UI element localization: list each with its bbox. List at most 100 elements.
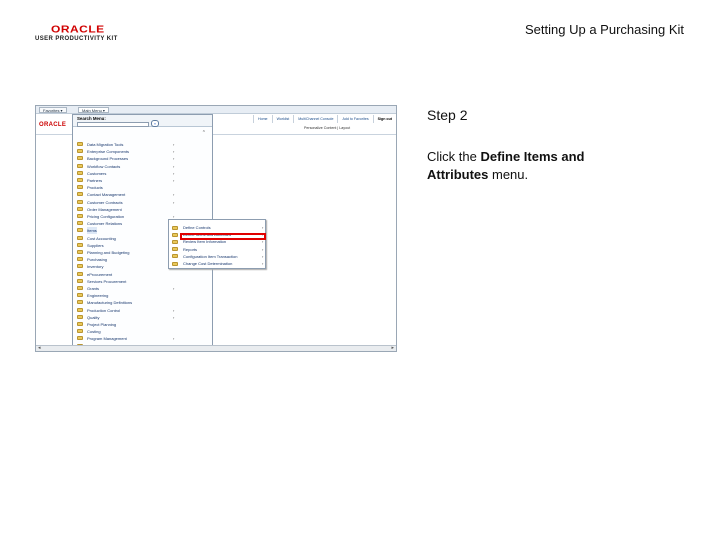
slide-title: Setting Up a Purchasing Kit: [525, 22, 684, 37]
folder-icon: [77, 185, 83, 190]
tab-favorites[interactable]: Favorites ▾: [39, 107, 67, 113]
menu-item-label: Configuration Item Transaction: [183, 253, 238, 259]
folder-icon: [77, 214, 83, 218]
menu-item[interactable]: Customer Contracts ›: [77, 199, 175, 206]
menu-item[interactable]: Workflow Contacts ›: [77, 163, 174, 170]
search-menu-input[interactable]: [77, 122, 149, 127]
chevron-right-icon: ›: [173, 142, 175, 147]
menu-item-label: Customer Contracts: [87, 199, 123, 205]
folder-icon: [172, 225, 178, 230]
folder-icon: [172, 254, 178, 259]
menu-item[interactable]: Products: [77, 184, 173, 191]
header-nav-links: Home Worklist MultiChannel Console Add t…: [252, 115, 396, 123]
chevron-right-icon: ›: [262, 253, 264, 259]
menu-item[interactable]: Project Planning: [77, 321, 173, 328]
menu-item-label: Grants: [87, 286, 100, 291]
folder-icon: [77, 300, 83, 305]
menu-item-label: Order Management: [87, 206, 122, 212]
submenu-item[interactable]: Configuration Item Transaction ›: [172, 253, 264, 260]
menu-item[interactable]: Purchasing›: [77, 256, 174, 263]
menu-item[interactable]: Engineering: [77, 292, 173, 299]
menu-item[interactable]: Data Migration Tools ›: [77, 141, 175, 148]
menu-item[interactable]: Cost Accounting›: [77, 235, 174, 242]
folder-icon: [77, 178, 83, 182]
scroll-right-icon[interactable]: ▸: [391, 345, 394, 351]
menu-item[interactable]: Grants ›: [77, 285, 174, 292]
menu-item[interactable]: Inventory›: [77, 263, 174, 270]
instruction-suffix: menu.: [488, 167, 529, 182]
folder-icon: [77, 314, 83, 319]
folder-icon: [77, 286, 83, 290]
menu-item[interactable]: eProcurement: [77, 271, 173, 278]
menu-item-label: Reports: [183, 246, 198, 252]
folder-icon: [77, 163, 83, 168]
folder-icon: [77, 242, 83, 247]
menu-item-label: Enterprise Components: [87, 149, 130, 155]
menu-item[interactable]: Order Management: [77, 206, 173, 213]
menu-item-label: Inventory: [87, 264, 104, 270]
menu-item[interactable]: Items›: [77, 227, 174, 235]
menu-item-label: Customers: [87, 170, 107, 176]
nav-add-to-favorites[interactable]: Add to Favorites: [337, 115, 372, 123]
chevron-right-icon: ›: [173, 178, 175, 183]
personalize-link[interactable]: Personalize Content | Layout: [304, 126, 350, 130]
menu-item-label: Items: [87, 227, 97, 235]
nav-sign-out[interactable]: Sign out: [372, 115, 396, 123]
menu-item-label: Suppliers: [87, 242, 104, 248]
menu-item[interactable]: Customer Relations: [77, 220, 173, 227]
submenu-item[interactable]: Reports ›: [172, 246, 264, 253]
horizontal-scrollbar[interactable]: ◂ ▸: [36, 345, 396, 351]
step-instruction: Click the Define Items and Attributes me…: [427, 148, 627, 184]
folder-icon: [172, 247, 178, 252]
menu-item[interactable]: Partners ›: [77, 177, 175, 184]
menu-item[interactable]: Suppliers›: [77, 242, 174, 249]
menu-item-label: Cost Accounting: [87, 235, 116, 241]
menu-item[interactable]: Program Management ›: [77, 335, 175, 342]
menu-item[interactable]: Pricing Configuration ›: [77, 213, 174, 220]
collapse-icon[interactable]: ⌃: [202, 130, 206, 136]
folder-icon: [77, 257, 83, 262]
chevron-right-icon: ›: [173, 199, 175, 205]
menu-search-header: Search Menu: »: [73, 115, 212, 127]
folder-icon: [77, 149, 83, 154]
folder-icon: [77, 278, 83, 283]
menu-item[interactable]: Manufacturing Definitions: [77, 299, 173, 306]
menu-item[interactable]: Production Control ›: [77, 307, 174, 314]
menu-item-label: Planning and Budgeting: [87, 250, 130, 255]
menu-item[interactable]: Customers ›: [77, 170, 175, 177]
menu-item[interactable]: Services Procurement: [77, 278, 173, 285]
folder-icon: [77, 293, 83, 298]
tab-main-menu[interactable]: Main Menu ▾: [78, 107, 109, 113]
folder-icon: [77, 264, 83, 269]
menu-item[interactable]: Quality ›: [77, 314, 174, 321]
menu-item-label: eProcurement: [87, 271, 113, 277]
chevron-right-icon: ›: [173, 149, 175, 155]
oracle-upk-logo: ORACLE USER PRODUCTIVITY KIT: [33, 22, 125, 48]
folder-icon: [77, 235, 83, 240]
menu-item[interactable]: Enterprise Components ›: [77, 148, 175, 155]
chevron-right-icon: ›: [173, 156, 175, 162]
submenu-item[interactable]: Change Cost Determination ›: [172, 260, 264, 267]
search-go-button[interactable]: »: [151, 120, 159, 127]
nav-worklist[interactable]: Worklist: [271, 115, 294, 123]
folder-icon: [77, 271, 83, 276]
submenu-item[interactable]: Define Controls ›: [172, 224, 264, 231]
menu-item[interactable]: Background Processes ›: [77, 155, 175, 162]
menu-item-label: Pricing Configuration: [87, 214, 125, 219]
chevron-right-icon: ›: [173, 336, 175, 342]
folder-icon: [77, 206, 83, 211]
menu-item[interactable]: Planning and Budgeting›: [77, 249, 174, 256]
scroll-left-icon[interactable]: ◂: [38, 345, 41, 351]
chevron-right-icon: ›: [173, 170, 175, 176]
menu-item[interactable]: Costing: [77, 328, 173, 335]
menu-item-label: Workflow Contacts: [87, 163, 121, 169]
menu-item-label: Program Management: [87, 336, 127, 342]
menu-item-label: Production Control: [87, 307, 121, 313]
menu-item-label: Products: [87, 185, 103, 191]
instruction-prefix: Click the: [427, 149, 481, 164]
nav-home[interactable]: Home: [252, 115, 272, 123]
menu-item-label: Define Controls: [183, 225, 211, 230]
nav-multichannel-console[interactable]: MultiChannel Console: [293, 115, 337, 123]
menu-item[interactable]: Contact Management ›: [77, 191, 174, 198]
chevron-right-icon: ›: [262, 246, 264, 252]
